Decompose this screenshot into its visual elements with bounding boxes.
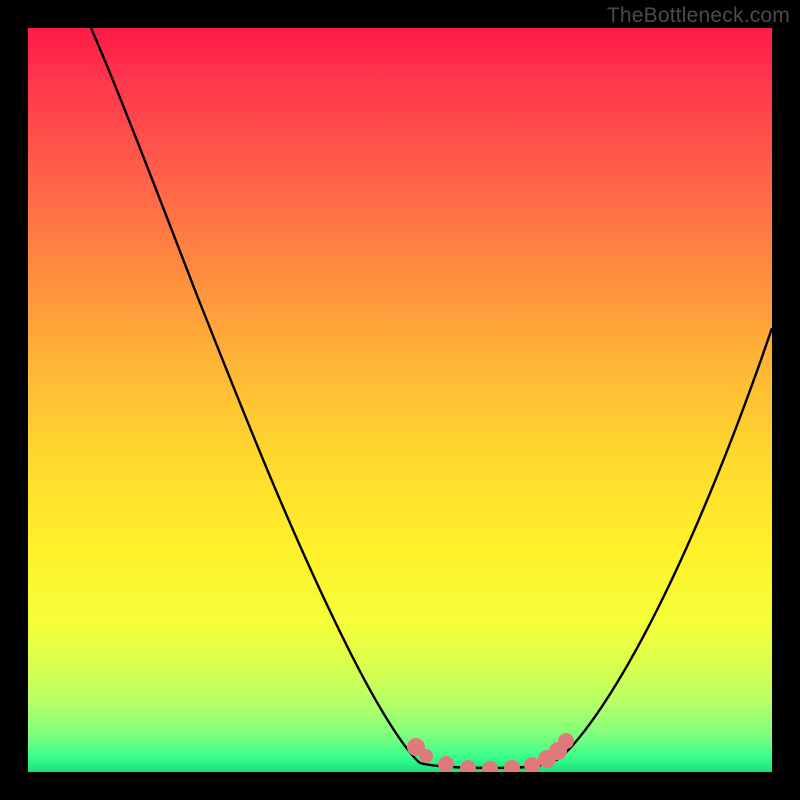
curve-right-arm — [560, 328, 772, 758]
watermark-text: TheBottleneck.com — [607, 4, 790, 28]
chart-frame: TheBottleneck.com — [0, 0, 800, 800]
plot-area — [28, 28, 772, 772]
curve-layer — [28, 28, 772, 772]
curve-left-arm — [91, 28, 420, 763]
